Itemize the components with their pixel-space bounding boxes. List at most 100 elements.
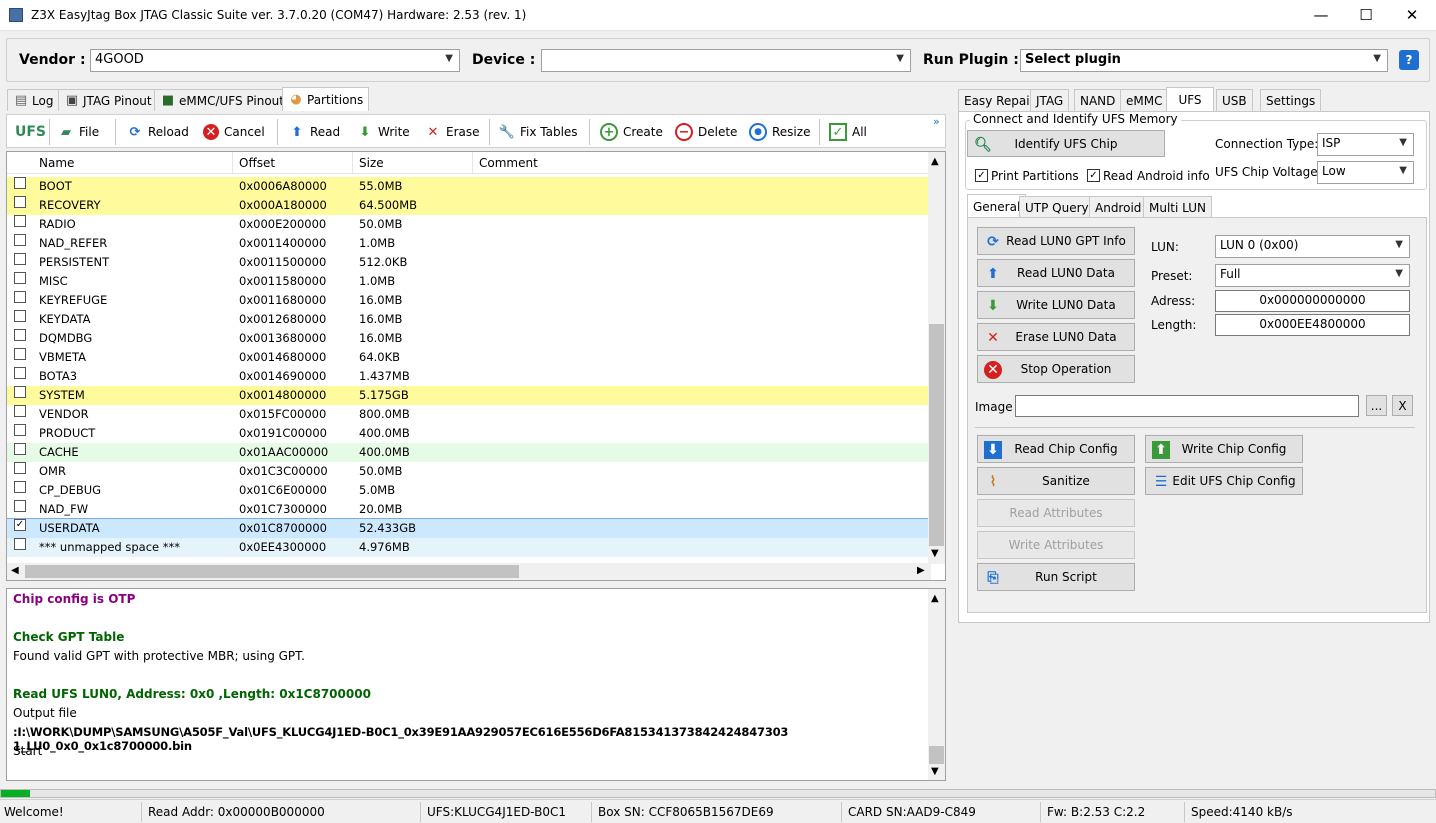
reload-button[interactable]: ⟳ Reload — [127, 122, 189, 142]
read-button[interactable]: ⬆ Read — [289, 122, 341, 142]
write-lun0-data-button[interactable]: ⬇ Write LUN0 Data — [977, 291, 1135, 319]
tab-ufs[interactable]: UFS — [1166, 87, 1214, 111]
chevron-up-icon[interactable]: ▲ — [931, 156, 939, 167]
subtab-android[interactable]: Android — [1089, 196, 1148, 218]
chevron-left-icon[interactable]: ◀ — [11, 565, 19, 576]
table-row[interactable]: DQMDBG 0x0013680000 16.0MB — [7, 329, 931, 348]
image-path-input[interactable] — [1015, 395, 1359, 417]
chevron-down-icon[interactable]: ▼ — [931, 766, 939, 777]
table-row[interactable]: VENDOR 0x015FC00000 800.0MB — [7, 405, 931, 424]
resize-button[interactable]: ● Resize — [749, 122, 810, 142]
log-scrollbar[interactable]: ▲ ▼ — [928, 589, 945, 780]
close-button[interactable]: ✕ — [1389, 0, 1435, 31]
voltage-select[interactable]: Low ▼ — [1317, 161, 1414, 184]
write-attributes-button[interactable]: Write Attributes — [977, 531, 1135, 559]
row-checkbox[interactable] — [14, 481, 26, 493]
table-row[interactable]: PERSISTENT 0x0011500000 512.0KB — [7, 253, 931, 272]
row-checkbox[interactable] — [14, 462, 26, 474]
scrollbar-thumb[interactable] — [929, 746, 944, 764]
table-row[interactable]: SYSTEM 0x0014800000 5.175GB — [7, 386, 931, 405]
column-comment[interactable]: Comment — [479, 156, 538, 170]
row-checkbox[interactable] — [14, 329, 26, 341]
table-row[interactable]: CP_DEBUG 0x01C6E00000 5.0MB — [7, 481, 931, 500]
chevron-down-icon[interactable]: ▼ — [931, 548, 939, 559]
table-row[interactable]: OMR 0x01C3C00000 50.0MB — [7, 462, 931, 481]
read-attributes-button[interactable]: Read Attributes — [977, 499, 1135, 527]
device-select[interactable]: ▼ — [541, 49, 911, 72]
tab-nand[interactable]: NAND — [1074, 89, 1122, 111]
stop-operation-button[interactable]: ✕ Stop Operation — [977, 355, 1135, 383]
minimize-button[interactable]: — — [1298, 0, 1344, 31]
scrollbar-thumb[interactable] — [929, 324, 944, 546]
preset-select[interactable]: Full ▼ — [1215, 264, 1410, 287]
table-row[interactable]: NAD_REFER 0x0011400000 1.0MB — [7, 234, 931, 253]
row-checkbox[interactable] — [14, 500, 26, 512]
table-row[interactable]: KEYDATA 0x0012680000 16.0MB — [7, 310, 931, 329]
clear-image-button[interactable]: X — [1392, 395, 1413, 416]
row-checkbox[interactable] — [14, 253, 26, 265]
write-chip-config-button[interactable]: ⬆ Write Chip Config — [1145, 435, 1303, 463]
row-checkbox[interactable] — [14, 386, 26, 398]
row-checkbox[interactable] — [14, 291, 26, 303]
plugin-select[interactable]: Select plugin ▼ — [1020, 49, 1388, 72]
help-icon[interactable]: ? — [1399, 50, 1419, 70]
row-checkbox[interactable] — [14, 348, 26, 360]
connection-type-select[interactable]: ISP ▼ — [1317, 133, 1414, 156]
maximize-button[interactable]: ☐ — [1343, 0, 1389, 31]
row-checkbox[interactable] — [14, 424, 26, 436]
read-lun0-data-button[interactable]: ⬆ Read LUN0 Data — [977, 259, 1135, 287]
file-button[interactable]: ▰ File — [58, 122, 99, 142]
column-offset[interactable]: Offset — [239, 156, 275, 170]
row-checkbox[interactable] — [14, 272, 26, 284]
subtab-utp-query[interactable]: UTP Query — [1019, 196, 1095, 218]
browse-button[interactable]: ... — [1366, 395, 1387, 416]
tab-jtag-pinout[interactable]: ▣ JTAG Pinout — [58, 89, 158, 111]
tab-settings[interactable]: Settings — [1260, 89, 1322, 111]
table-row[interactable]: RECOVERY 0x000A180000 64.500MB — [7, 196, 931, 215]
row-checkbox[interactable] — [14, 196, 26, 208]
tab-jtag[interactable]: JTAG — [1030, 89, 1070, 111]
table-row[interactable]: VBMETA 0x0014680000 64.0KB — [7, 348, 931, 367]
vertical-scrollbar[interactable]: ▲ ▼ — [928, 152, 945, 564]
chevron-right-icon[interactable]: ▶ — [917, 565, 925, 576]
row-checkbox[interactable] — [14, 234, 26, 246]
read-android-checkbox[interactable]: ✓ — [1087, 169, 1100, 182]
table-row[interactable]: BOTA3 0x0014690000 1.437MB — [7, 367, 931, 386]
run-script-button[interactable]: ⎘ Run Script — [977, 563, 1135, 591]
sanitize-button[interactable]: ⌇ Sanitize — [977, 467, 1135, 495]
row-checkbox[interactable] — [14, 367, 26, 379]
address-input[interactable]: 0x000000000000 — [1215, 290, 1410, 312]
table-row[interactable]: *** unmapped space *** 0x0EE4300000 4.976M… — [7, 538, 931, 557]
identify-ufs-button[interactable]: 🔍︎ Identify UFS Chip — [967, 130, 1165, 157]
table-row[interactable]: RADIO 0x000E200000 50.0MB — [7, 215, 931, 234]
toolbar-overflow-icon[interactable]: » — [933, 115, 940, 128]
row-checkbox[interactable] — [14, 177, 26, 189]
row-checkbox[interactable] — [14, 443, 26, 455]
tab-partitions[interactable]: ◕ Partitions — [282, 87, 370, 111]
scrollbar-thumb[interactable] — [25, 565, 519, 578]
delete-button[interactable]: − Delete — [675, 122, 737, 142]
table-row[interactable]: MISC 0x0011580000 1.0MB — [7, 272, 931, 291]
read-lun0-gpt-button[interactable]: ⟳ Read LUN0 GPT Info — [977, 227, 1135, 255]
tab-emmc-pinout[interactable]: ■ eMMC/UFS Pinout — [154, 89, 290, 111]
row-checkbox[interactable] — [14, 405, 26, 417]
tab-emmc[interactable]: eMMC — [1120, 89, 1169, 111]
read-chip-config-button[interactable]: ⬇ Read Chip Config — [977, 435, 1135, 463]
print-partitions-checkbox[interactable]: ✓ — [975, 169, 988, 182]
row-checkbox[interactable] — [14, 310, 26, 322]
row-checkbox[interactable] — [14, 215, 26, 227]
edit-chip-config-button[interactable]: ☰ Edit UFS Chip Config — [1145, 467, 1303, 495]
subtab-general[interactable]: General — [967, 194, 1027, 218]
subtab-multi-lun[interactable]: Multi LUN — [1143, 196, 1212, 218]
create-button[interactable]: + Create — [600, 122, 663, 142]
horizontal-scrollbar[interactable]: ◀ ▶ — [7, 563, 931, 580]
row-checkbox[interactable]: ✓ — [14, 519, 26, 531]
select-all-button[interactable]: ✓ All — [829, 122, 867, 142]
erase-lun0-data-button[interactable]: ✕ Erase LUN0 Data — [977, 323, 1135, 351]
tab-usb[interactable]: USB — [1216, 89, 1253, 111]
chevron-up-icon[interactable]: ▲ — [931, 593, 939, 604]
write-button[interactable]: ⬇ Write — [357, 122, 410, 142]
vendor-select[interactable]: 4GOOD ▼ — [90, 49, 460, 72]
table-row[interactable]: NAD_FW 0x01C7300000 20.0MB — [7, 500, 931, 519]
erase-button[interactable]: ✕ Erase — [425, 122, 480, 142]
